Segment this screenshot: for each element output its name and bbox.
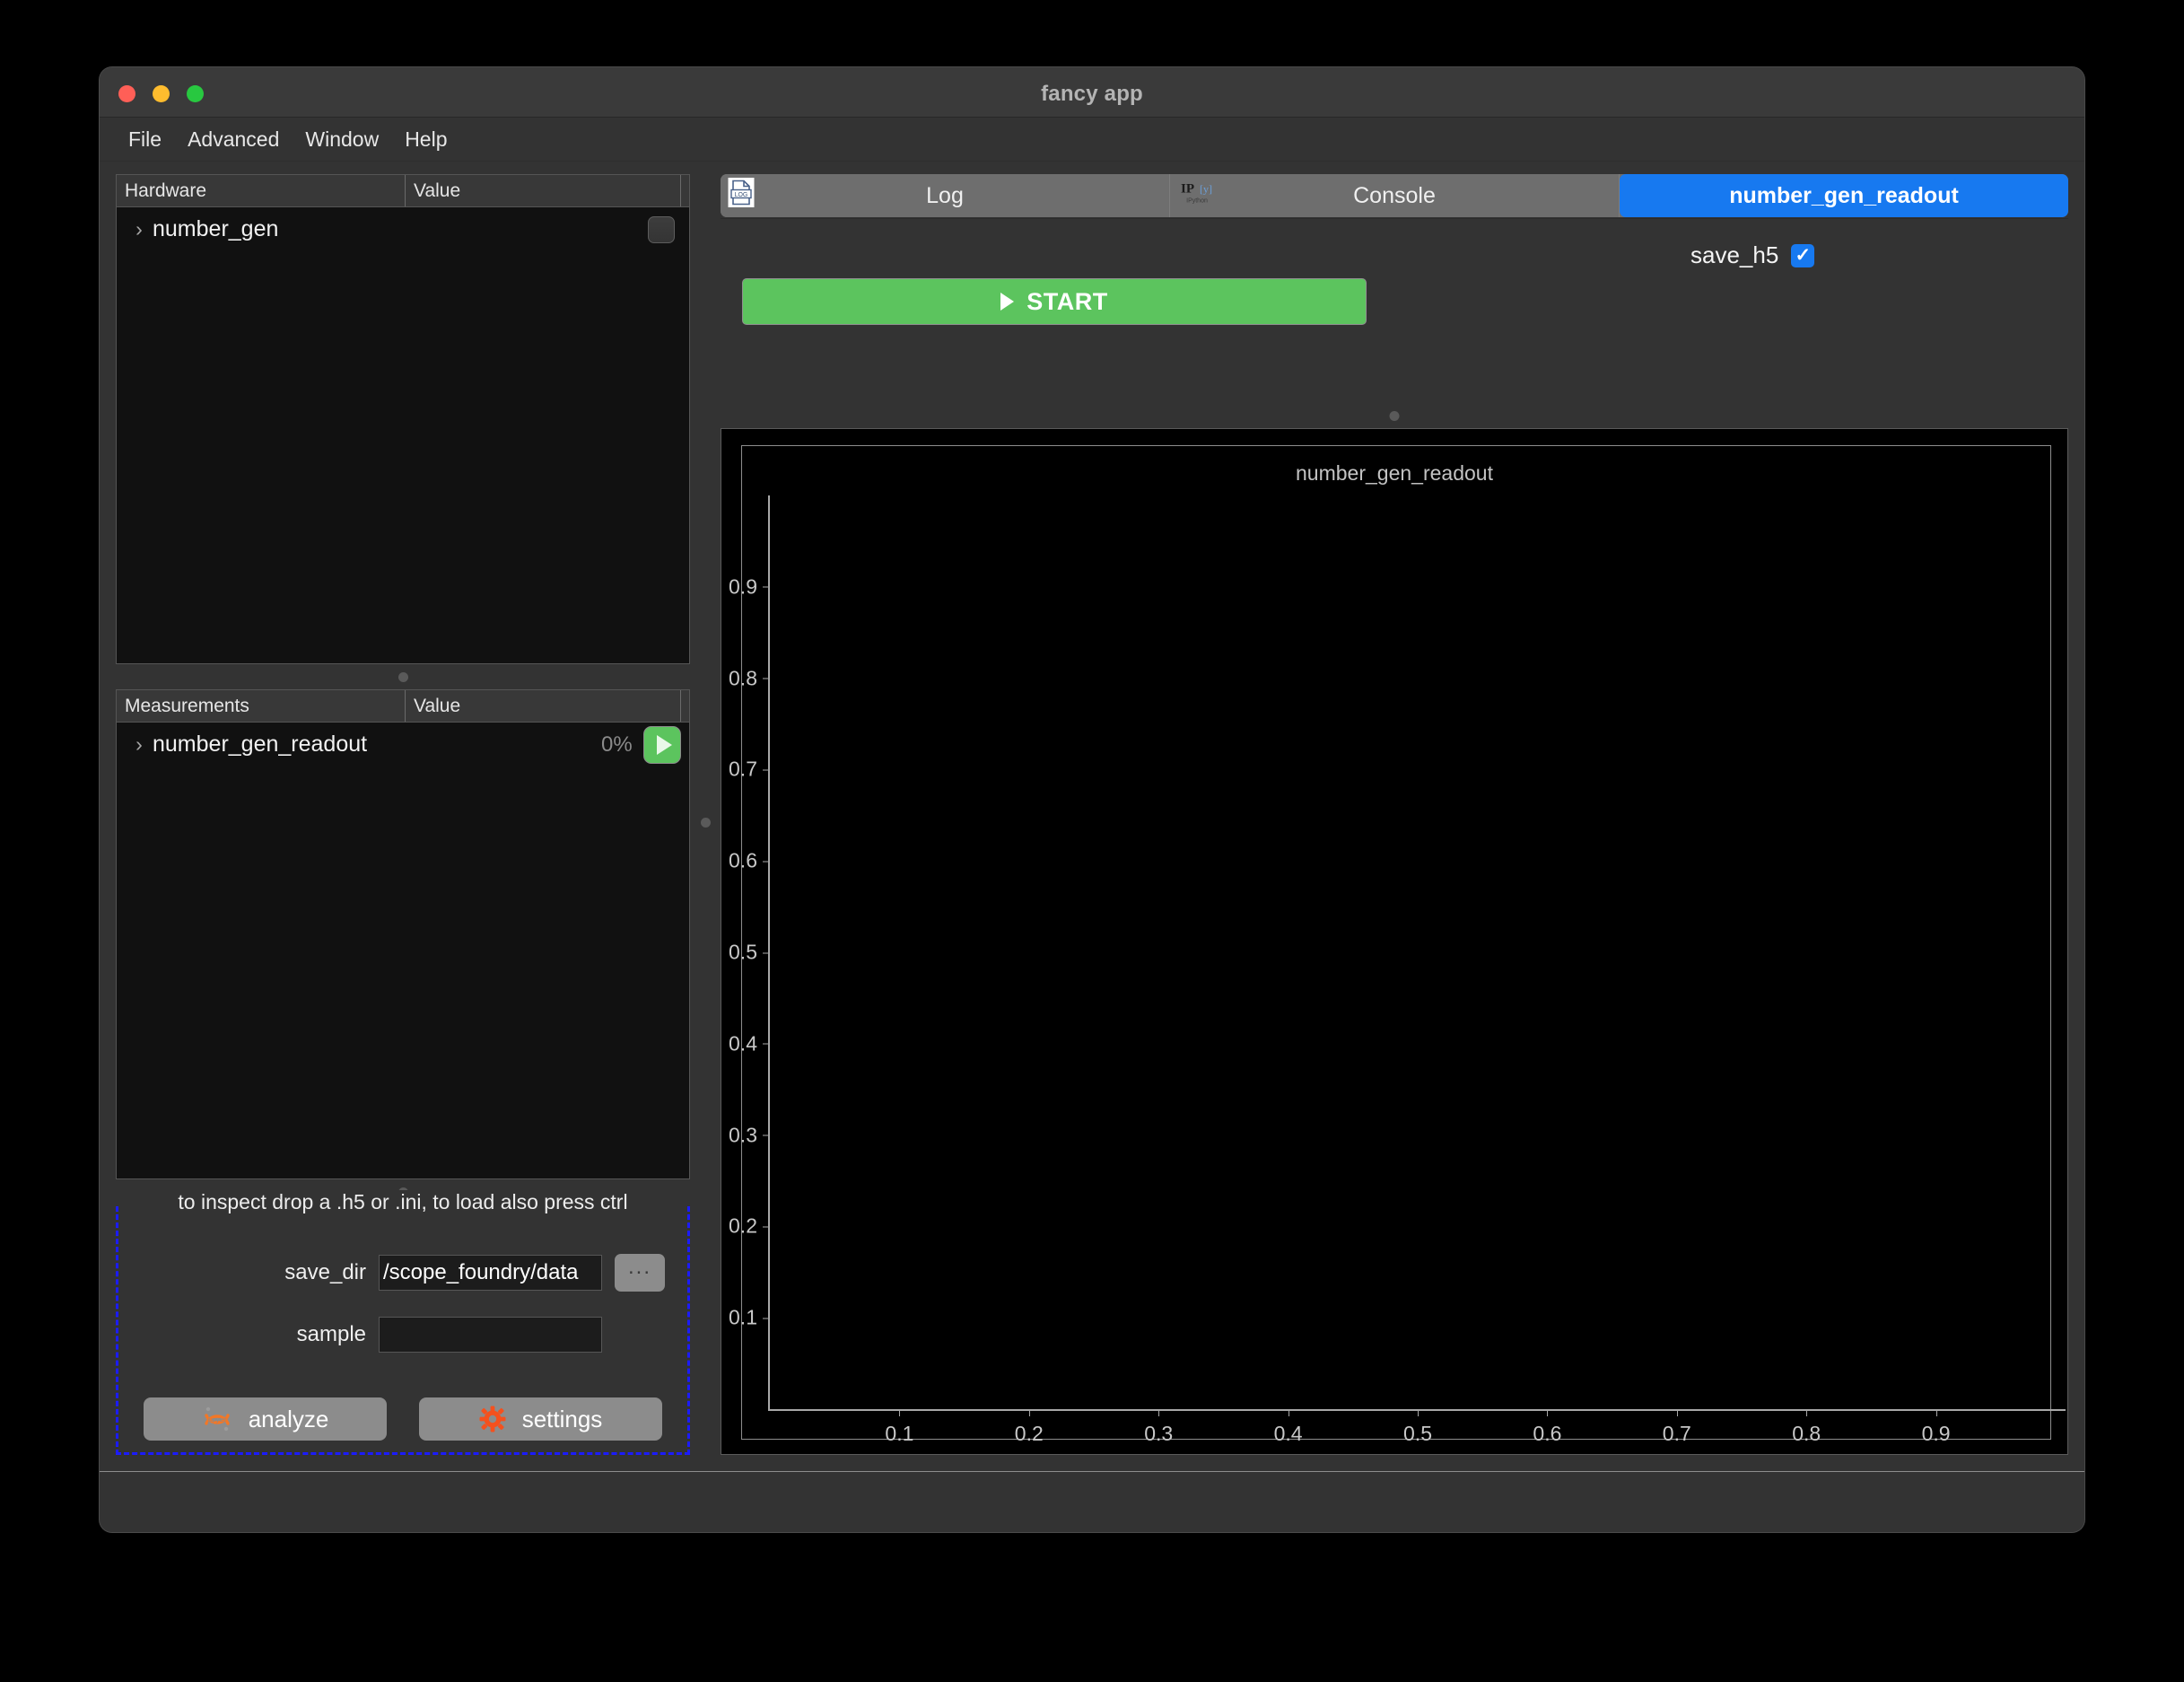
save-h5-label: save_h5 bbox=[1690, 241, 1779, 268]
svg-text:[y]: [y] bbox=[1200, 183, 1212, 196]
chevron-right-icon[interactable]: › bbox=[126, 732, 153, 757]
tab-console[interactable]: IP [y] IPython Console bbox=[1170, 174, 1620, 217]
left-column: Hardware Value › number_gen Measurements… bbox=[116, 174, 690, 1471]
menu-item-file[interactable]: File bbox=[118, 125, 172, 154]
measurements-column-spacer bbox=[681, 690, 689, 722]
jupyter-icon: jupyter bbox=[202, 1404, 232, 1434]
y-axis-tick-label: 0.3 bbox=[729, 1123, 770, 1147]
title-bar: fancy app bbox=[100, 67, 2084, 118]
table-row[interactable]: › number_gen bbox=[117, 207, 689, 251]
y-axis-tick-label: 0.8 bbox=[729, 666, 770, 690]
tab-console-label: Console bbox=[1353, 182, 1436, 208]
analyze-button-label: analyze bbox=[248, 1405, 329, 1432]
y-axis-tick-label: 0.1 bbox=[729, 1306, 770, 1330]
tab-number-gen-readout-label: number_gen_readout bbox=[1729, 182, 1959, 208]
start-button[interactable]: START bbox=[742, 278, 1367, 325]
menu-item-advanced[interactable]: Advanced bbox=[177, 125, 290, 154]
settings-button[interactable]: settings bbox=[419, 1397, 662, 1441]
right-column: LOG Log IP [y] IPython Console number_ge… bbox=[721, 174, 2068, 1471]
tab-log-label: Log bbox=[926, 182, 964, 208]
sample-input[interactable] bbox=[379, 1317, 602, 1353]
analyze-button[interactable]: jupyter analyze bbox=[144, 1397, 387, 1441]
hardware-column-spacer bbox=[681, 175, 689, 206]
ipython-icon: IP [y] IPython bbox=[1177, 179, 1217, 214]
hardware-tree-rows: › number_gen bbox=[117, 207, 689, 663]
hardware-row-label: number_gen bbox=[153, 216, 279, 241]
log-document-icon: LOG bbox=[728, 178, 755, 215]
play-icon bbox=[1000, 293, 1015, 311]
x-axis-tick-label: 0.3 bbox=[1144, 1409, 1173, 1446]
save-dir-row: save_dir /scope_foundry/data ... bbox=[118, 1254, 687, 1292]
tab-bar: LOG Log IP [y] IPython Console number_ge… bbox=[721, 174, 2068, 217]
splitter-handle-icon bbox=[397, 671, 408, 682]
x-axis-tick-label: 0.4 bbox=[1274, 1409, 1303, 1446]
measurements-column-name[interactable]: Measurements bbox=[117, 690, 406, 722]
tab-number-gen-readout[interactable]: number_gen_readout bbox=[1620, 174, 2068, 217]
x-axis-tick-label: 0.5 bbox=[1403, 1409, 1432, 1446]
gear-icon bbox=[479, 1406, 506, 1432]
sample-label: sample bbox=[296, 1322, 366, 1346]
save-dir-input[interactable]: /scope_foundry/data bbox=[379, 1255, 602, 1291]
hardware-column-value[interactable]: Value bbox=[406, 175, 681, 206]
plot-widget[interactable]: number_gen_readout 0.1 0.2 0.3 0.4 0.5 0.6 0.7… bbox=[721, 428, 2068, 1455]
y-axis-tick-label: 0.2 bbox=[729, 1214, 770, 1239]
x-axis-tick-label: 0.2 bbox=[1015, 1409, 1044, 1446]
settings-button-label: settings bbox=[521, 1405, 603, 1432]
y-axis-tick-label: 0.7 bbox=[729, 758, 770, 782]
play-icon bbox=[656, 734, 672, 755]
table-row[interactable]: › number_gen_readout 0% bbox=[117, 723, 689, 767]
hardware-connect-toggle[interactable] bbox=[648, 215, 675, 243]
svg-text:LOG: LOG bbox=[735, 192, 748, 198]
browse-save-dir-button[interactable]: ... bbox=[615, 1254, 665, 1292]
hardware-tree-header: Hardware Value bbox=[117, 175, 689, 207]
splitter-handle-icon[interactable] bbox=[1389, 411, 1400, 421]
measurements-tree-header: Measurements Value bbox=[117, 690, 689, 723]
x-axis-tick-label: 0.1 bbox=[885, 1409, 913, 1446]
y-axis-tick-label: 0.9 bbox=[729, 574, 770, 599]
save-h5-control: save_h5 ✓ bbox=[1690, 241, 1815, 269]
measurement-control-strip: START save_h5 ✓ bbox=[721, 218, 2068, 423]
measurement-start-button[interactable] bbox=[643, 725, 681, 764]
x-axis-tick-label: 0.8 bbox=[1792, 1409, 1821, 1446]
menu-item-window[interactable]: Window bbox=[294, 125, 389, 154]
hardware-measurements-splitter[interactable] bbox=[116, 664, 690, 689]
x-axis-tick-label: 0.6 bbox=[1533, 1409, 1561, 1446]
app-settings-panel[interactable]: to inspect drop a .h5 or .ini, to load a… bbox=[116, 1190, 690, 1455]
hardware-column-name[interactable]: Hardware bbox=[117, 175, 406, 206]
measurement-progress-value: 0% bbox=[601, 731, 633, 757]
svg-text:jupyter: jupyter bbox=[206, 1417, 227, 1424]
chevron-right-icon[interactable]: › bbox=[126, 217, 153, 241]
menu-bar: File Advanced Window Help bbox=[100, 118, 2084, 162]
tab-log[interactable]: LOG Log bbox=[721, 174, 1170, 217]
status-bar bbox=[100, 1471, 2084, 1532]
y-axis-tick-label: 0.5 bbox=[729, 941, 770, 965]
save-h5-checkbox[interactable]: ✓ bbox=[1791, 243, 1815, 267]
window-title: fancy app bbox=[1041, 82, 1143, 106]
x-axis-tick-label: 0.9 bbox=[1922, 1409, 1951, 1446]
start-button-label: START bbox=[1026, 287, 1108, 315]
save-dir-label: save_dir bbox=[284, 1260, 366, 1284]
app-window: fancy app File Advanced Window Help Hard… bbox=[100, 67, 2084, 1532]
main-vertical-splitter[interactable] bbox=[690, 174, 721, 1471]
measurements-tree-panel: Measurements Value › number_gen_readout … bbox=[116, 689, 690, 1179]
plot-title: number_gen_readout bbox=[1296, 461, 1493, 485]
sample-row: sample bbox=[118, 1317, 687, 1353]
x-axis-tick-label: 0.7 bbox=[1663, 1409, 1691, 1446]
drop-hint-text: to inspect drop a .h5 or .ini, to load a… bbox=[118, 1190, 687, 1214]
svg-text:IPython: IPython bbox=[1186, 198, 1208, 205]
main-body: Hardware Value › number_gen Measurements… bbox=[100, 162, 2084, 1471]
measurements-tree-rows: › number_gen_readout 0% bbox=[117, 723, 689, 1178]
menu-item-help[interactable]: Help bbox=[394, 125, 458, 154]
measurement-row-label: number_gen_readout bbox=[153, 731, 368, 757]
plot-canvas[interactable]: 0.1 0.2 0.3 0.4 0.5 0.6 0.7 0.8 0.9 0.1 0.2 0.3 0.4 0… bbox=[729, 495, 2066, 1445]
tab-content-panel: START save_h5 ✓ number_gen_readout 0.1 0.… bbox=[721, 218, 2068, 1455]
svg-text:IP: IP bbox=[1181, 182, 1194, 197]
settings-button-row: jupyter analyze settings bbox=[118, 1397, 687, 1441]
splitter-handle-icon bbox=[700, 818, 711, 828]
y-axis-tick-label: 0.4 bbox=[729, 1031, 770, 1056]
y-axis-tick-label: 0.6 bbox=[729, 849, 770, 873]
hardware-tree-panel: Hardware Value › number_gen bbox=[116, 174, 690, 664]
measurements-column-value[interactable]: Value bbox=[406, 690, 681, 722]
